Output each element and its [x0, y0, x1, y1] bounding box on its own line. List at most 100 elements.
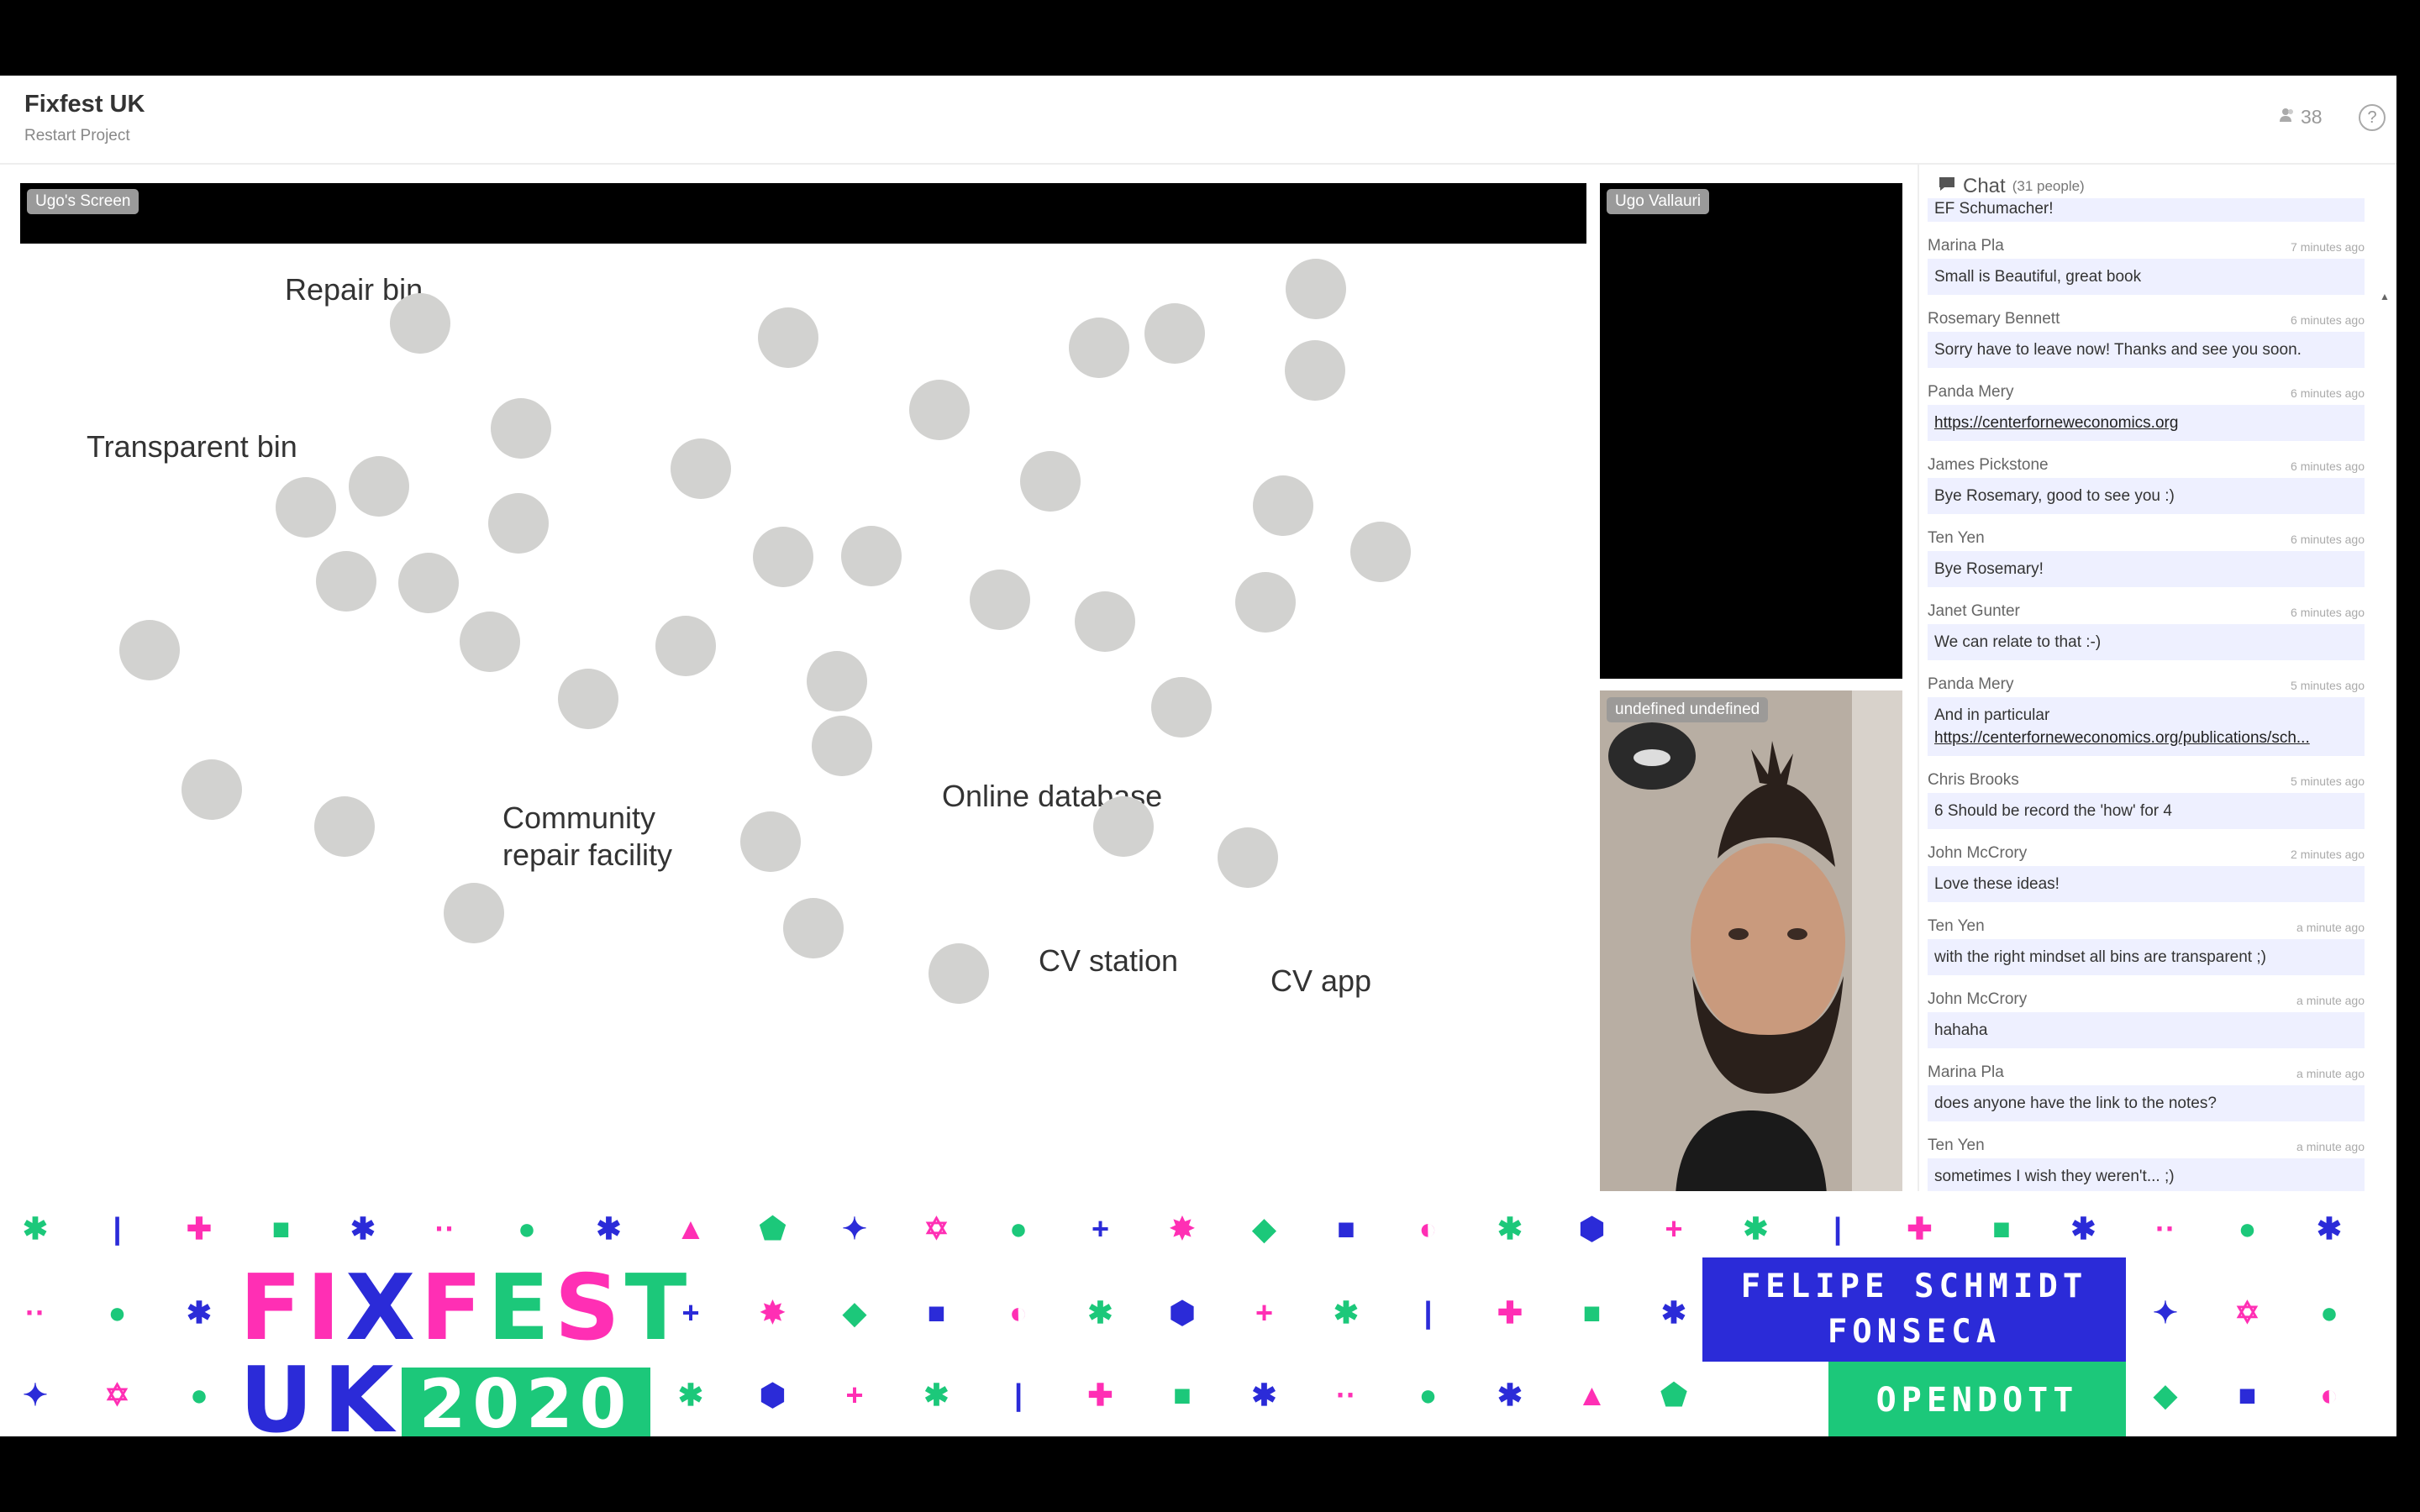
chat-timestamp: a minute ago [2296, 1140, 2365, 1153]
pattern-symbol: ✱ [22, 1211, 49, 1246]
pattern-symbol: ·· [2155, 1211, 2175, 1246]
sticky-dot[interactable] [970, 570, 1030, 630]
screen-share-topbar [20, 183, 1586, 244]
logo-letter: E [487, 1256, 555, 1361]
chat-timestamp: 2 minutes ago [2291, 848, 2365, 861]
chat-message: Marina Pla 7 minutes ago Small is Beautifu… [1928, 222, 2365, 295]
chat-timestamp: a minute ago [2296, 994, 2365, 1007]
banner-logo-year: 2020 [402, 1368, 650, 1436]
chat-timestamp: 6 minutes ago [2291, 533, 2365, 546]
sticky-dot[interactable] [1075, 591, 1135, 652]
sticky-dot[interactable] [1020, 451, 1081, 512]
sticky-dot[interactable] [1286, 259, 1346, 319]
chat-message-text: Sorry have to leave now! Thanks and see … [1934, 341, 2302, 359]
pattern-symbol: ■ [1337, 1211, 1355, 1246]
sticky-dot[interactable] [182, 759, 242, 820]
chat-title: Chat [1963, 175, 2006, 197]
chat-timestamp: 6 minutes ago [2291, 606, 2365, 619]
pattern-symbol: ·· [434, 1211, 455, 1246]
sticky-dot[interactable] [1069, 318, 1129, 378]
sticky-dot[interactable] [783, 898, 844, 958]
participants-button[interactable]: 38 [2279, 106, 2323, 129]
chat-author: Rosemary Bennett [1928, 310, 2060, 328]
scroll-up-icon[interactable]: ▲ [2380, 291, 2390, 302]
chat-author: Ten Yen [1928, 1137, 1985, 1154]
chat-author: Panda Mery [1928, 675, 2014, 693]
sticky-dot[interactable] [929, 943, 989, 1004]
chat-message-text: Love these ideas! [1934, 875, 2060, 893]
logo-letter: S [554, 1256, 625, 1361]
speaker-name: FELIPE SCHMIDT FONSECA [1702, 1257, 2126, 1362]
banner-logo-title: FIXFEST [239, 1263, 692, 1354]
video-tile-label: undefined undefined [1607, 697, 1769, 722]
pattern-symbol: + [845, 1378, 864, 1412]
chat-message-bubble: Love these ideas! [1928, 866, 2365, 902]
pattern-symbol: ◐ [1418, 1211, 1438, 1246]
pattern-symbol: | [1833, 1211, 1843, 1246]
screen-share: Ugo's Screen Repair bin Transparent bin … [20, 183, 1586, 1191]
sticky-dot[interactable] [758, 307, 818, 368]
sticky-dot[interactable] [671, 438, 731, 499]
chat-message-link[interactable]: https://centerforneweconomics.org [1934, 412, 2358, 434]
pattern-symbol: ✱ [596, 1211, 622, 1246]
chat-bubble-icon [1938, 175, 1956, 198]
sticky-dot[interactable] [1253, 475, 1313, 536]
chat-timestamp: 6 minutes ago [2291, 459, 2365, 473]
question-circle-icon[interactable]: ? [2359, 104, 2386, 131]
pattern-symbol: + [1665, 1211, 1683, 1246]
pattern-symbol: ■ [927, 1295, 946, 1330]
sticky-dot[interactable] [1151, 677, 1212, 738]
sticky-dot[interactable] [390, 293, 450, 354]
pattern-symbol: ⬢ [1169, 1295, 1196, 1330]
pattern-symbol: ● [2238, 1211, 2257, 1246]
sticky-dot[interactable] [909, 380, 970, 440]
sticky-dot[interactable] [1093, 796, 1154, 857]
sticky-dot[interactable] [316, 551, 376, 612]
pattern-symbol: ● [1009, 1211, 1028, 1246]
sticky-dot[interactable] [491, 398, 551, 459]
page-title: Fixfest UK [24, 91, 145, 118]
pattern-symbol: ✦ [2152, 1295, 2179, 1330]
pattern-symbol: ✡ [923, 1211, 950, 1246]
chat-message-bubble: with the right mindset all bins are tran… [1928, 939, 2365, 975]
sticky-dot[interactable] [444, 883, 504, 943]
sticky-dot[interactable] [314, 796, 375, 857]
video-tile-ugo: Ugo Vallauri [1600, 183, 1902, 679]
chat-message-text: with the right mindset all bins are tran… [1934, 948, 2266, 966]
banner-logo-uk: UK [239, 1348, 404, 1437]
sticky-dot[interactable] [460, 612, 520, 672]
sticky-dot[interactable] [753, 527, 813, 587]
sticky-dot[interactable] [1144, 303, 1205, 364]
sticky-dot[interactable] [740, 811, 801, 872]
chat-message: John McCrory a minute ago hahaha [1928, 975, 2365, 1048]
sticky-dot[interactable] [1350, 522, 1411, 582]
sticky-dot[interactable] [398, 553, 459, 613]
chat-message-link[interactable]: https://centerforneweconomics.org/public… [1934, 727, 2358, 749]
screen-share-label: Ugo's Screen [27, 189, 139, 214]
pattern-symbol: ✚ [1907, 1211, 1933, 1246]
sticky-dot[interactable] [807, 651, 867, 711]
chat-message-list: Marina Pla 7 minutes ago Small is Beautifu… [1919, 222, 2373, 1198]
sticky-dot[interactable] [1285, 340, 1345, 401]
sticky-dot[interactable] [655, 616, 716, 676]
sticky-dot[interactable] [558, 669, 618, 729]
sticky-dot[interactable] [349, 456, 409, 517]
chat-message: Rosemary Bennett 6 minutes ago Sorry have … [1928, 295, 2365, 368]
chat-message-bubble: Small is Beautiful, great book [1928, 259, 2365, 295]
sticky-dot[interactable] [276, 477, 336, 538]
sticky-dot[interactable] [488, 493, 549, 554]
pattern-symbol: ● [1418, 1378, 1438, 1412]
pattern-symbol: ✱ [2316, 1211, 2343, 1246]
pattern-symbol: ✡ [104, 1378, 130, 1412]
chat-message-bubble: https://centerforneweconomics.org [1928, 405, 2365, 441]
chat-message-text: 6 Should be record the 'how' for 4 [1934, 802, 2172, 820]
speaker-name-line1: FELIPE SCHMIDT [1740, 1268, 2088, 1305]
sticky-dot[interactable] [1218, 827, 1278, 888]
pattern-symbol: ■ [1582, 1295, 1602, 1330]
sticky-dot[interactable] [812, 716, 872, 776]
sticky-dot[interactable] [1235, 572, 1296, 633]
chat-message: Panda Mery 5 minutes ago And in particular… [1928, 660, 2365, 756]
sticky-dot[interactable] [119, 620, 180, 680]
pattern-symbol: ✡ [2234, 1295, 2260, 1330]
sticky-dot[interactable] [841, 526, 902, 586]
